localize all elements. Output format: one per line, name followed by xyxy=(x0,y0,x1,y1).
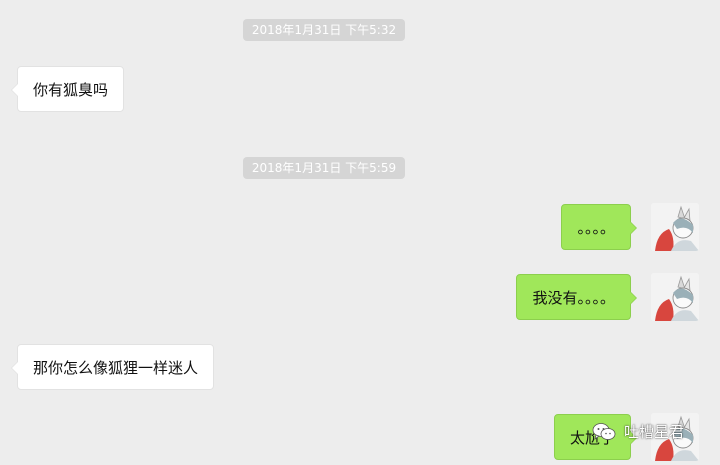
chat-area[interactable]: 2018年1月31日 下午5:32 你有狐臭吗 2018年1月31日 下午5:5… xyxy=(0,0,720,465)
timestamp: 2018年1月31日 下午5:59 xyxy=(243,157,405,179)
sent-message-bubble[interactable]: 。。。。 xyxy=(561,204,637,250)
watermark-text: 吐槽星君 xyxy=(624,423,685,441)
user-avatar[interactable] xyxy=(651,273,699,321)
avatar-illustration xyxy=(651,273,699,321)
timestamp: 2018年1月31日 下午5:32 xyxy=(243,19,405,41)
wechat-watermark: 吐槽星君 xyxy=(592,419,684,445)
wechat-icon xyxy=(592,422,616,442)
received-message-bubble[interactable]: 那你怎么像狐狸一样迷人 xyxy=(10,344,215,390)
avatar-illustration xyxy=(651,203,699,251)
user-avatar[interactable] xyxy=(651,203,699,251)
received-message-bubble[interactable]: 你有狐臭吗 xyxy=(10,66,125,112)
sent-message-bubble[interactable]: 我没有。。。。 xyxy=(516,274,637,320)
